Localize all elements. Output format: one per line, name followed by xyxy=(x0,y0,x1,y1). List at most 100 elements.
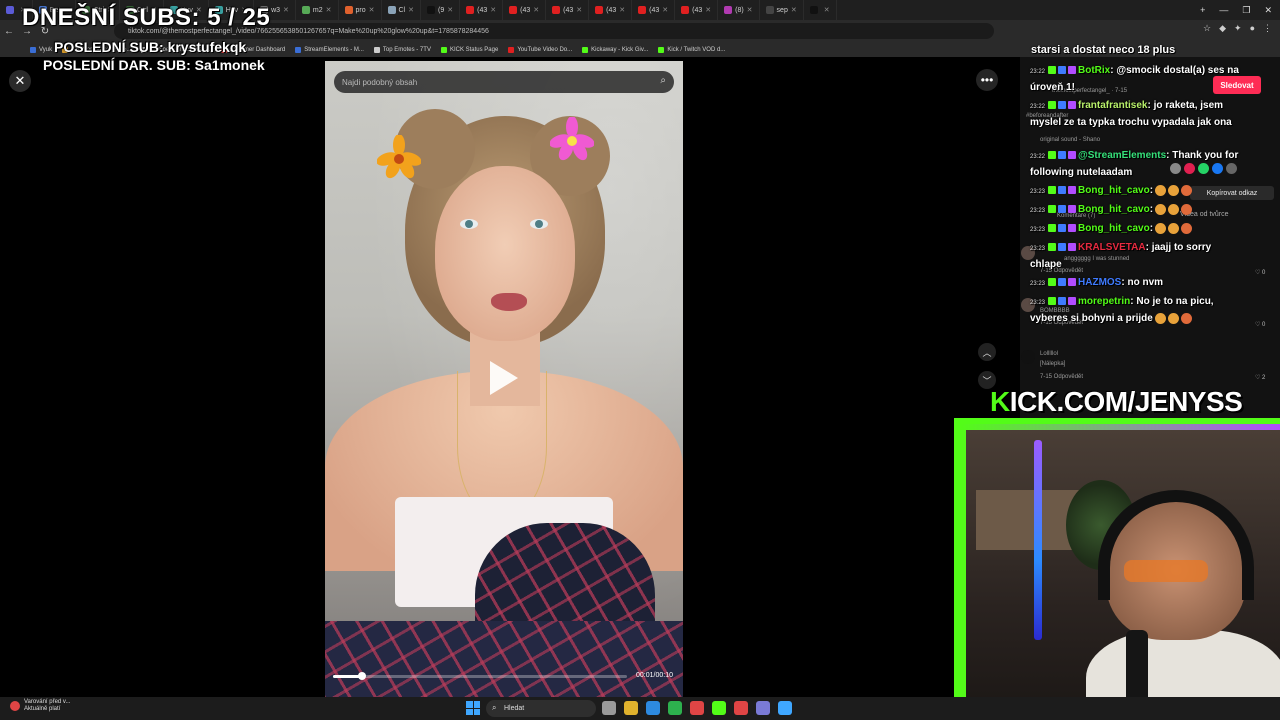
close-video-button[interactable]: ✕ xyxy=(9,70,31,92)
more-options-button[interactable]: ••• xyxy=(976,69,998,91)
tab-close-icon[interactable]: ✕ xyxy=(576,6,582,14)
browser-tab[interactable]: Cl ✕ xyxy=(382,0,421,20)
tab-close-icon[interactable]: ✕ xyxy=(824,6,830,14)
play-icon[interactable] xyxy=(490,361,518,395)
taskbar-app-icon[interactable] xyxy=(690,701,704,715)
like-count[interactable]: ♡ 2 xyxy=(1255,374,1265,381)
search-icon[interactable]: ⌕ xyxy=(660,75,666,86)
avatar[interactable] xyxy=(1021,350,1035,364)
taskbar-app-icon[interactable] xyxy=(712,701,726,715)
taskbar-app-icon[interactable] xyxy=(756,701,770,715)
video-progress-bar[interactable] xyxy=(333,672,627,680)
browser-tab[interactable]: pro ✕ xyxy=(339,0,382,20)
like-count[interactable]: ♡ 0 xyxy=(1255,269,1265,276)
puzzle-icon[interactable]: ✦ xyxy=(1234,23,1242,34)
tab-favicon-icon xyxy=(724,6,733,14)
tab-close-icon[interactable]: ✕ xyxy=(369,6,375,14)
chat-message: 23:23 Bong_hit_cavo: xyxy=(1030,221,1245,238)
window-controls: + — ❐ ✕ xyxy=(1200,0,1280,20)
tab-label: (43 xyxy=(606,6,617,14)
taskbar-app-icon[interactable] xyxy=(646,701,660,715)
taskbar-search[interactable]: ⌕ Hledat xyxy=(486,700,596,717)
browser-tab[interactable]: m2 ✕ xyxy=(296,0,339,20)
chat-badge-icon xyxy=(1068,151,1077,160)
browser-tab[interactable]: (9 ✕ xyxy=(421,0,461,20)
browser-tab[interactable]: (43 ✕ xyxy=(632,0,676,20)
bookmark-item[interactable]: Kick / Twitch VOD d... xyxy=(658,46,725,53)
tab-close-icon[interactable]: ✕ xyxy=(408,6,414,14)
chat-message: 23:22 BotRix: @smocik dostal(a) ses na úr… xyxy=(1030,63,1245,95)
browser-tab[interactable]: ✕ xyxy=(804,0,837,20)
profile-icon[interactable]: ● xyxy=(1250,23,1255,34)
tab-label: w3 xyxy=(271,6,281,14)
bookmark-item[interactable]: Top Emotes - 7TV xyxy=(373,46,431,53)
tab-close-icon[interactable]: ✕ xyxy=(283,6,289,14)
taskbar-app-icon[interactable] xyxy=(668,701,682,715)
back-icon[interactable]: ← xyxy=(0,26,18,37)
browser-tab[interactable]: sep ✕ xyxy=(760,0,804,20)
tab-label: Cl xyxy=(398,6,406,14)
chat-text: : xyxy=(1149,223,1154,234)
tab-label: (43 xyxy=(692,6,703,14)
chat-badge-icon xyxy=(1058,151,1067,160)
chat-username[interactable]: BotRix xyxy=(1078,65,1110,76)
tab-close-icon[interactable]: ✕ xyxy=(662,6,668,14)
taskbar-app-icon[interactable] xyxy=(734,701,748,715)
chat-badge-icon xyxy=(1048,66,1057,75)
bookmark-item[interactable]: StreamElements - M... xyxy=(295,46,364,53)
bookmark-item[interactable]: KICK Status Page xyxy=(440,46,498,53)
close-window-icon[interactable]: ✕ xyxy=(1264,5,1272,16)
chat-text: : no nvm xyxy=(1121,277,1164,288)
browser-tab[interactable]: (43 ✕ xyxy=(460,0,504,20)
tab-close-icon[interactable]: ✕ xyxy=(490,6,496,14)
chat-message: 23:22 frantafrantisek: jo raketa, jsem my… xyxy=(1030,98,1245,130)
video-subject-face xyxy=(435,166,575,341)
chat-username[interactable]: Bong_hit_cavo xyxy=(1078,185,1150,196)
windows-start-icon[interactable] xyxy=(466,701,480,715)
browser-tab[interactable]: (43 ✕ xyxy=(546,0,590,20)
chat-emote-icon xyxy=(1168,222,1180,234)
tab-close-icon[interactable]: ✕ xyxy=(619,6,625,14)
chat-badge-icon xyxy=(1048,297,1057,306)
chat-username[interactable]: Bong_hit_cavo xyxy=(1078,204,1150,215)
chat-username[interactable]: frantafrantisek xyxy=(1078,100,1147,111)
new-tab-icon[interactable]: + xyxy=(1200,5,1205,15)
chat-username[interactable]: HAZMOS xyxy=(1078,277,1121,288)
chat-emote-icon xyxy=(1155,222,1167,234)
tab-close-icon[interactable]: ✕ xyxy=(447,6,453,14)
bookmark-item[interactable]: Vyuk xyxy=(30,46,52,53)
extension-icon[interactable]: ◆ xyxy=(1219,23,1226,34)
weather-widget[interactable]: Varování před v... Aktuálně platí xyxy=(10,699,70,713)
tiktok-viewer: ✕ 00:01/00:10 Najdi podobný obsah ⌕ ••• … xyxy=(0,57,1020,697)
search-input[interactable]: Najdi podobný obsah ⌕ xyxy=(334,71,674,93)
browser-tab[interactable]: (43 ✕ xyxy=(503,0,547,20)
chat-username[interactable]: KRALSVETAA xyxy=(1078,242,1146,253)
previous-video-button[interactable]: ︿ xyxy=(978,343,996,361)
chat-emote-icon xyxy=(1168,184,1180,196)
chat-timestamp: 23:22 xyxy=(1030,154,1046,160)
tab-close-icon[interactable]: ✕ xyxy=(705,6,711,14)
like-count[interactable]: ♡ 0 xyxy=(1255,321,1265,328)
chat-username[interactable]: morepetrin xyxy=(1078,296,1130,307)
bookmark-item[interactable]: YouTube Video Do... xyxy=(508,46,572,53)
tab-close-icon[interactable]: ✕ xyxy=(747,6,753,14)
taskbar-app-icon[interactable] xyxy=(624,701,638,715)
tab-close-icon[interactable]: ✕ xyxy=(533,6,539,14)
browser-tab[interactable]: (43 ✕ xyxy=(589,0,633,20)
bookmark-item[interactable]: Kickaway - Kick Giv... xyxy=(582,46,648,53)
video-player[interactable]: 00:01/00:10 xyxy=(325,61,683,697)
star-icon[interactable]: ☆ xyxy=(1203,23,1211,34)
chat-username[interactable]: Bong_hit_cavo xyxy=(1078,223,1150,234)
chat-timestamp: 23:23 xyxy=(1030,246,1046,252)
menu-icon[interactable]: ⋮ xyxy=(1263,23,1272,34)
tab-close-icon[interactable]: ✕ xyxy=(326,6,332,14)
taskbar-app-icon[interactable] xyxy=(602,701,616,715)
restore-icon[interactable]: ❐ xyxy=(1242,5,1250,16)
browser-tab[interactable]: (43 ✕ xyxy=(675,0,719,20)
tab-close-icon[interactable]: ✕ xyxy=(791,6,797,14)
taskbar-app-icon[interactable] xyxy=(778,701,792,715)
minimize-icon[interactable]: — xyxy=(1219,5,1228,15)
browser-tab[interactable]: (8) ✕ xyxy=(718,0,760,20)
chat-text: : xyxy=(1149,204,1154,215)
chat-username[interactable]: @StreamElements xyxy=(1078,150,1166,161)
